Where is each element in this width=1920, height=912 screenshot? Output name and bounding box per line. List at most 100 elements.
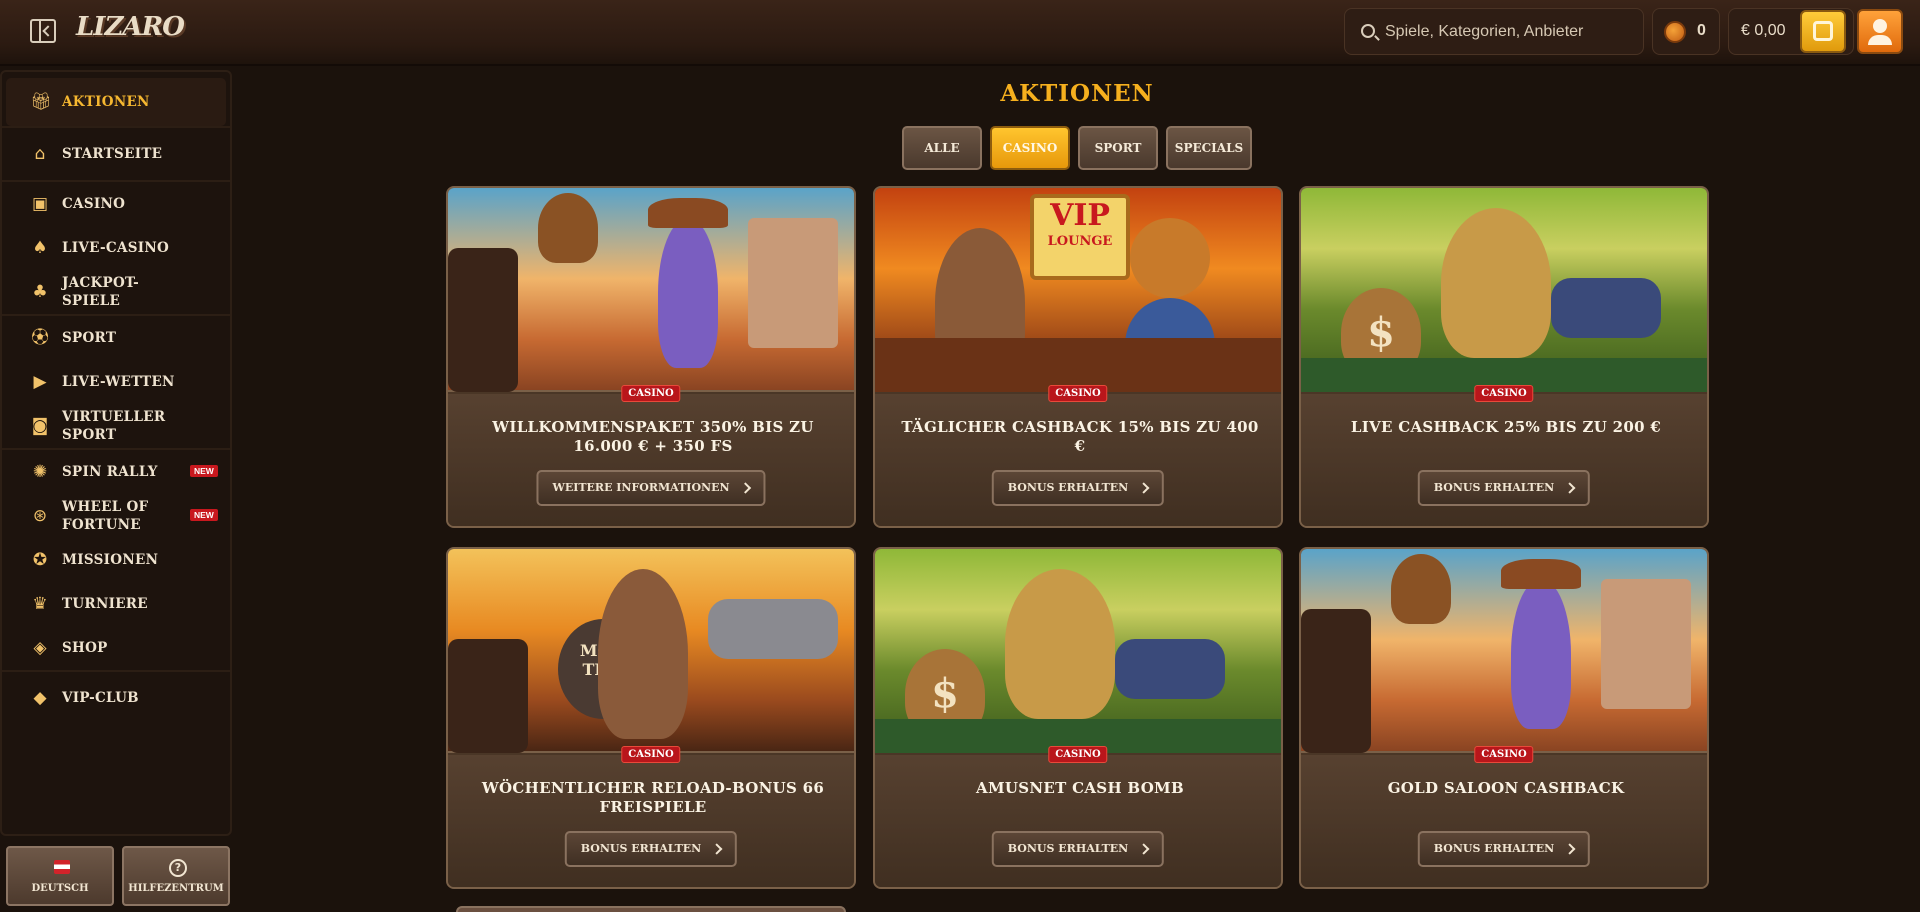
sidebar-toggle-icon[interactable] — [30, 19, 56, 43]
help-label: HILFEZENTRUM — [128, 883, 224, 894]
promo-panel — [1301, 755, 1707, 887]
user-icon — [1868, 19, 1892, 45]
promo-tag: CASINO — [1474, 746, 1534, 763]
promo-title: AMUSNET CASH BOMB — [976, 779, 1184, 797]
sidebar-item-shop[interactable]: ◈ SHOP — [6, 626, 226, 670]
sidebar-item-startseite[interactable]: ⌂ STARTSEITE — [6, 128, 226, 180]
coin-icon — [1664, 21, 1686, 43]
promo-image — [448, 188, 854, 392]
promo-tag: CASINO — [1048, 385, 1108, 402]
lizaro-logo[interactable]: LIZARO — [76, 12, 185, 54]
promo-image: MON THU — [448, 549, 854, 753]
new-badge: NEW — [190, 465, 218, 477]
search-input[interactable] — [1385, 9, 1635, 54]
sidebar-item-label: CASINO — [62, 196, 126, 212]
soccer-ball-icon: ⚽︎ — [31, 328, 49, 348]
sidebar-item-label: VIP-CLUB — [62, 690, 139, 706]
promo-cta-button[interactable]: BONUS ERHALTEN — [991, 470, 1165, 506]
sidebar-item-wheel-of-fortune[interactable]: ⊛ WHEEL OF FORTUNE NEW — [6, 494, 226, 538]
nav-group-home: ⌂ STARTSEITE — [2, 128, 230, 182]
filter-alle[interactable]: ALLE — [902, 126, 982, 170]
sidebar-item-missionen[interactable]: ✪ MISSIONEN — [6, 538, 226, 582]
slot-machine-icon: ▣ — [31, 194, 49, 214]
sidebar-item-casino[interactable]: ▣ CASINO — [6, 182, 226, 226]
sidebar-item-label: AKTIONEN — [62, 94, 150, 110]
promo-cta-button[interactable]: WEITERE INFORMATIONEN — [536, 470, 766, 506]
sidebar-item-label: SHOP — [62, 640, 108, 656]
promo-title: WILLKOMMENSPAKET 350% BIS ZU 16.000 € + … — [492, 418, 814, 455]
wheel-icon: ⊛ — [32, 506, 48, 526]
promo-card-partial[interactable] — [456, 906, 846, 912]
shop-basket-icon: ◈ — [33, 638, 47, 658]
promo-title: TÄGLICHER CASHBACK 15% BIS ZU 400 € — [901, 418, 1259, 455]
promo-panel — [1301, 394, 1707, 526]
filter-specials[interactable]: SPECIALS — [1166, 126, 1252, 170]
promo-title: LIVE CASHBACK 25% BIS ZU 200 € — [1350, 418, 1662, 436]
sidebar-item-label: LIVE-CASINO — [62, 240, 170, 256]
sidebar-item-label: WHEEL OF FORTUNE — [62, 499, 149, 533]
promo-panel — [875, 394, 1281, 526]
sidebar-item-aktionen[interactable]: 🎁︎ AKTIONEN — [6, 78, 226, 126]
promo-card[interactable]: VIP LOUNGE CASINO TÄGLICHER CASHBACK 15%… — [873, 186, 1283, 528]
sidebar-item-label: JACKPOT-SPIELE — [62, 275, 140, 309]
home-icon: ⌂ — [34, 144, 46, 164]
search-icon — [1361, 24, 1375, 38]
promo-tag: CASINO — [621, 385, 681, 402]
deposit-button[interactable] — [1800, 10, 1846, 53]
language-label: DEUTSCH — [31, 883, 89, 894]
cards-icon: ♠ — [32, 238, 48, 258]
gift-icon: 🎁︎ — [30, 92, 52, 112]
promo-panel — [448, 755, 854, 887]
promo-cta-button[interactable]: BONUS ERHALTEN — [564, 831, 738, 867]
promo-image: $ — [875, 549, 1281, 753]
vip-lounge-sign: VIP LOUNGE — [1030, 194, 1130, 280]
promo-card[interactable]: $ CASINO LIVE CASHBACK 25% BIS ZU 200 € … — [1299, 186, 1709, 528]
promo-card[interactable]: CASINO WILLKOMMENSPAKET 350% BIS ZU 16.0… — [446, 186, 856, 528]
promo-image — [1301, 549, 1707, 753]
nav-group-sport: ⚽︎ SPORT ▶ LIVE-WETTEN ◙ VIRTUELLER SPOR… — [2, 316, 230, 450]
medal-icon: ✪ — [32, 550, 48, 570]
promo-card[interactable]: CASINO GOLD SALOON CASHBACK BONUS ERHALT… — [1299, 547, 1709, 889]
sidebar-item-vip-club[interactable]: ◆ VIP-CLUB — [6, 672, 226, 724]
sidebar-item-jackpot-spiele[interactable]: ♣ JACKPOT-SPIELE — [6, 270, 226, 314]
language-button[interactable]: DEUTSCH — [6, 846, 114, 906]
promo-panel — [448, 394, 854, 526]
profile-button[interactable] — [1857, 9, 1903, 54]
sidebar-item-label: MISSIONEN — [62, 552, 159, 568]
sidebar-item-sport[interactable]: ⚽︎ SPORT — [6, 316, 226, 360]
wallet-icon — [1813, 21, 1833, 41]
nav-group-casino: ▣ CASINO ♠ LIVE-CASINO ♣ JACKPOT-SPIELE — [2, 182, 230, 316]
sidebar-item-spin-rally[interactable]: ✺ SPIN RALLY NEW — [6, 450, 226, 494]
promo-cta-button[interactable]: BONUS ERHALTEN — [1417, 831, 1591, 867]
sidebar-item-virtueller-sport[interactable]: ◙ VIRTUELLER SPORT — [6, 404, 226, 448]
sidebar-item-label: SPORT — [62, 330, 117, 346]
sidebar: 🎁︎ AKTIONEN ⌂ STARTSEITE ▣ CASINO ♠ LIVE… — [0, 70, 232, 836]
filter-casino[interactable]: CASINO — [990, 126, 1070, 170]
promo-cta-button[interactable]: BONUS ERHALTEN — [991, 831, 1165, 867]
promo-image: $ — [1301, 188, 1707, 392]
trophy-icon: ♛ — [32, 594, 48, 614]
promo-card[interactable]: $ CASINO AMUSNET CASH BOMB BONUS ERHALTE… — [873, 547, 1283, 889]
search-box[interactable] — [1344, 8, 1644, 55]
coins-display[interactable]: 0 — [1652, 8, 1720, 55]
sidebar-item-label: SPIN RALLY — [62, 464, 158, 480]
nav-group-promotions: 🎁︎ AKTIONEN — [2, 78, 230, 128]
balance-value: € 0,00 — [1741, 22, 1786, 39]
promo-image: VIP LOUNGE — [875, 188, 1281, 392]
help-center-button[interactable]: ? HILFEZENTRUM — [122, 846, 230, 906]
sidebar-item-label: LIVE-WETTEN — [62, 374, 175, 390]
sidebar-item-label: TURNIERE — [62, 596, 148, 612]
promo-title: GOLD SALOON CASHBACK — [1387, 779, 1625, 797]
sidebar-item-live-wetten[interactable]: ▶ LIVE-WETTEN — [6, 360, 226, 404]
promo-cta-button[interactable]: BONUS ERHALTEN — [1417, 470, 1591, 506]
promo-tag: CASINO — [1048, 746, 1108, 763]
nav-group-vip: ◆ VIP-CLUB — [2, 672, 230, 724]
help-icon: ? — [169, 859, 187, 877]
sidebar-item-live-casino[interactable]: ♠ LIVE-CASINO — [6, 226, 226, 270]
rally-icon: ✺ — [32, 462, 48, 482]
play-icon: ▶ — [33, 372, 47, 392]
sidebar-item-turniere[interactable]: ♛ TURNIERE — [6, 582, 226, 626]
promo-title: WÖCHENTLICHER RELOAD-BONUS 66 FREISPIELE — [481, 779, 825, 816]
filter-sport[interactable]: SPORT — [1078, 126, 1158, 170]
promo-card[interactable]: MON THU CASINO WÖCHENTLICHER RELOAD-BONU… — [446, 547, 856, 889]
